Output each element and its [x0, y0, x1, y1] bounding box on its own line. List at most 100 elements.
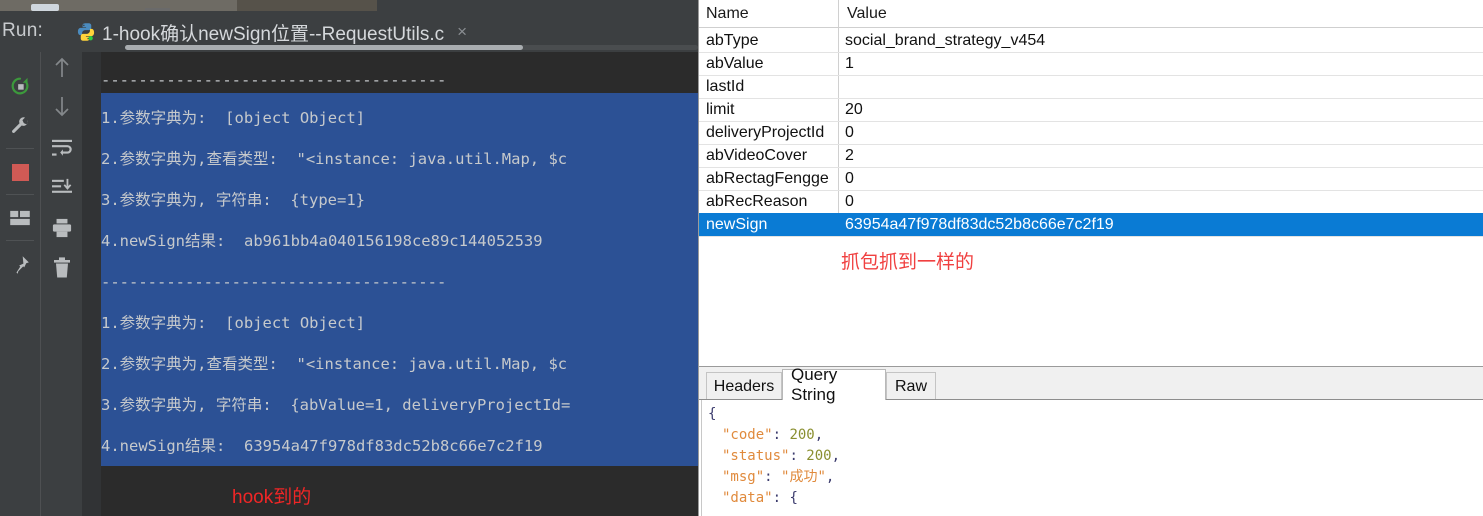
run-tab-title: 1-hook确认newSign位置--RequestUtils.c	[102, 23, 445, 45]
json-line: "status": 200,	[722, 446, 840, 467]
grid-annotation: 抓包抓到一样的	[841, 252, 975, 273]
tab-query-string[interactable]: Query String	[782, 365, 886, 404]
json-token: {	[789, 490, 798, 506]
console-line: -------------------------------------	[101, 273, 447, 291]
json-token: ,	[825, 469, 835, 485]
json-line: "code": 200,	[722, 425, 823, 446]
table-row[interactable]: deliveryProjectId 0	[698, 121, 1483, 145]
json-token: :	[772, 490, 790, 506]
json-token: "code"	[722, 427, 773, 443]
json-viewer[interactable]: { "code": 200, "status": 200, "msg": "成功…	[698, 399, 1483, 516]
table-row[interactable]: abType social_brand_strategy_v454	[698, 29, 1483, 53]
close-icon[interactable]: ×	[457, 22, 467, 42]
console-line: 2.参数字典为,查看类型: "<instance: java.util.Map,…	[101, 150, 568, 168]
run-toolbar-right	[40, 52, 83, 516]
inspector-tabstrip: Headers Query String Raw	[698, 365, 1483, 404]
json-token: :	[764, 469, 782, 485]
console-hscrollbar-thumb[interactable]	[125, 45, 523, 50]
top-strip-segment-4	[145, 8, 170, 11]
json-line: "msg": "成功",	[722, 467, 834, 488]
console-line: -------------------------------------	[101, 71, 447, 89]
json-token: :	[789, 448, 807, 464]
print-icon[interactable]	[46, 212, 78, 244]
json-token: ,	[831, 448, 841, 464]
run-console[interactable]: ------------------------------------- 1.…	[82, 52, 698, 516]
json-left-rule	[701, 400, 702, 516]
panel-divider[interactable]	[698, 0, 699, 516]
arrow-down-icon[interactable]	[46, 90, 78, 122]
pin-icon[interactable]	[4, 248, 36, 280]
console-line: 3.参数字典为, 字符串: {type=1}	[101, 191, 365, 209]
json-token: "成功"	[781, 469, 826, 485]
console-annotation: hook到的	[232, 487, 312, 508]
json-token: 200	[806, 448, 832, 464]
console-line: 1.参数字典为: [object Object]	[101, 109, 366, 127]
cell-value	[839, 75, 1483, 98]
grid-header-row: Name Value	[698, 0, 1483, 28]
table-row[interactable]: limit 20	[698, 98, 1483, 122]
console-line: 3.参数字典为, 字符串: {abValue=1, deliveryProjec…	[101, 396, 571, 414]
query-string-grid[interactable]: Name Value abType social_brand_strategy_…	[698, 0, 1483, 365]
top-strip-segment-2	[237, 0, 377, 11]
table-row-selected[interactable]: newSign 63954a47f978df83dc52b8c66e7c2f19	[698, 213, 1483, 237]
wrench-icon[interactable]	[4, 110, 36, 142]
json-line: "data": {	[722, 488, 798, 509]
json-token: {	[708, 406, 717, 422]
column-header-name[interactable]: Name	[698, 0, 846, 27]
cell-value: 1	[845, 55, 854, 72]
console-line: 2.参数字典为,查看类型: "<instance: java.util.Map,…	[101, 355, 568, 373]
trash-icon[interactable]	[46, 252, 78, 284]
cell-name: deliveryProjectId	[706, 124, 825, 141]
python-icon	[76, 22, 96, 42]
soft-wrap-icon[interactable]	[46, 132, 78, 164]
layout-icon[interactable]	[4, 202, 36, 234]
cell-value: 0	[845, 170, 854, 187]
console-line: 4.newSign结果: ab961bb4a040156198ce89c1440…	[101, 232, 543, 250]
cell-name: abRecReason	[706, 193, 808, 210]
cell-value: social_brand_strategy_v454	[845, 32, 1046, 49]
table-row[interactable]: abRecReason 0	[698, 190, 1483, 214]
tab-headers[interactable]: Headers	[706, 372, 782, 400]
json-token: :	[772, 427, 790, 443]
ide-run-panel: Run: 1-hook确认newSign位置--RequestUtils.c ×	[0, 0, 698, 516]
table-row[interactable]: abRectagFengge 0	[698, 167, 1483, 191]
table-row[interactable]: abValue 1	[698, 52, 1483, 76]
console-gutter	[82, 52, 101, 516]
json-token: 200	[789, 427, 815, 443]
toolbar-divider-1	[6, 148, 34, 149]
inspector-panel: Name Value abType social_brand_strategy_…	[698, 0, 1483, 516]
top-strip-segment-3	[31, 4, 59, 11]
scroll-to-end-icon[interactable]	[46, 172, 78, 204]
table-row[interactable]: abVideoCover 2	[698, 144, 1483, 168]
cell-name: abVideoCover	[706, 147, 808, 164]
cell-name: lastId	[706, 78, 745, 95]
run-tab[interactable]: 1-hook确认newSign位置--RequestUtils.c ×	[70, 16, 473, 48]
cell-value: 63954a47f978df83dc52b8c66e7c2f19	[845, 216, 1114, 233]
arrow-up-icon[interactable]	[46, 52, 78, 84]
screenshot-root: Run: 1-hook确认newSign位置--RequestUtils.c ×	[0, 0, 1483, 516]
rerun-icon[interactable]	[4, 70, 36, 102]
cell-name: abRectagFengge	[706, 170, 829, 187]
json-token: ,	[814, 427, 824, 443]
toolbar-divider-3	[6, 240, 34, 241]
column-header-value[interactable]: Value	[839, 0, 1483, 27]
cell-name: limit	[706, 101, 735, 118]
json-token: "status"	[722, 448, 790, 464]
cell-value: 0	[845, 193, 854, 210]
json-token: "data"	[722, 490, 773, 506]
cell-value: 20	[845, 101, 863, 118]
cell-name: abValue	[706, 55, 764, 72]
stop-icon[interactable]	[4, 156, 36, 188]
json-line: {	[708, 404, 716, 425]
console-line: 1.参数字典为: [object Object]	[101, 314, 366, 332]
console-line: 4.newSign结果: 63954a47f978df83dc52b8c66e7…	[101, 437, 543, 455]
tab-raw[interactable]: Raw	[886, 372, 936, 400]
cell-name: newSign	[706, 216, 768, 233]
console-text: ------------------------------------- 1.…	[101, 52, 698, 516]
table-row[interactable]: lastId	[698, 75, 1483, 99]
toolbar-divider-2	[6, 194, 34, 195]
ide-top-strip	[0, 0, 698, 12]
json-token: "msg"	[722, 469, 765, 485]
cell-name: abType	[706, 32, 759, 49]
cell-value: 2	[845, 147, 854, 164]
